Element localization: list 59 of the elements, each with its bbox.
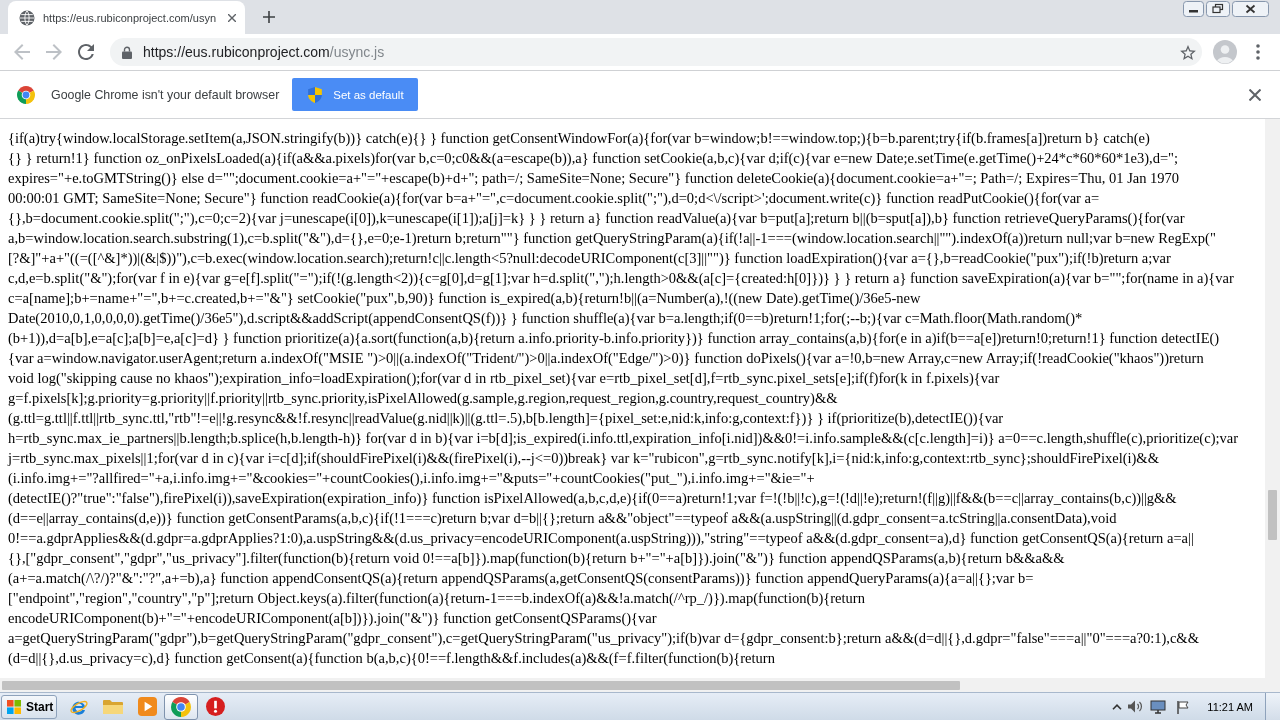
close-icon[interactable] bbox=[228, 13, 236, 22]
exclamation-icon bbox=[205, 697, 225, 716]
lock-icon bbox=[122, 45, 132, 59]
folder-icon bbox=[103, 698, 123, 715]
code-line: expires="+e.toGMTString()} else d="";document.cookie=a+"="+escape(b)+d+"; path=/; SameSite=None; Secure"} function deleteCookie(a){document.cookie=a+"=; Path=/; Expires=Thu, 01 Jan 1970 bbox=[8, 169, 1180, 188]
globe-icon bbox=[19, 9, 35, 26]
code-line: 0!==a.gdprApplies&&(d.gdpr=a.gdprApplies?1:0),a.uspString&&(d.us_privacy=encodeURIComponent(a.uspString))),"string"==typeof a&&(d.gdpr_consent=a),d} function getConsentQS(a){return a=a|| bbox=[8, 529, 1194, 548]
scrollbar-thumb[interactable] bbox=[1268, 490, 1277, 540]
speaker-icon[interactable] bbox=[1128, 700, 1144, 713]
star-icon[interactable] bbox=[1180, 44, 1196, 60]
vertical-scrollbar[interactable] bbox=[1265, 119, 1280, 678]
windows-logo-icon bbox=[7, 699, 21, 714]
address-bar[interactable]: https://eus.rubiconproject.com/usync.js bbox=[110, 38, 1202, 66]
chrome-logo-icon bbox=[17, 85, 35, 104]
code-line: ["endpoint","region","country","p"];return Object.keys(a).filter(function(a){return-1===b.indexOf(a)&&!a.match(/^rp_/)}).map(function(b){return bbox=[8, 589, 865, 608]
scrollbar-thumb[interactable] bbox=[2, 680, 960, 690]
code-line: {if(a)try{window.localStorage.setItem(a,JSON.stringify(b))} catch(e){} } function getConsentWindowFor(a){for(var b=window;b!==window.top;){b=b.parent;try{if(b.frames[a])return b} catch(e) bbox=[8, 129, 1150, 148]
monitor-icon[interactable] bbox=[1150, 699, 1167, 714]
code-line: void log("skipping cause no khaos");expiration_info=loadExpiration();for(var d in rtb_pixel_set){var e=rtb_pixel_set[d],f=rtb_sync.pixel_sets[e];if(f)for(k in f.pixels){var bbox=[8, 369, 1000, 388]
menu-icon[interactable] bbox=[1256, 44, 1260, 60]
code-line: a=getQueryStringParam("gdpr"),b=getQueryStringParam("gdpr_consent"),c=getQueryStringParam("us_privacy");if(b)var d={gdpr_consent:b};return a&&(d=d||{},d.gdpr="false"===a||"0"===a?0:1),c&& bbox=[8, 629, 1199, 648]
code-line: (g.ttl=g.ttl||f.ttl||rtb_sync.ttl,"rtb"!=e||!g.resync&&!f.resync||readValue(g.nid||k)||(g.ttl=.5),b[b.length]={pixel_set:e,nid:k,info:g,context:f})} } if(prioritize(b),detectIE()){var bbox=[8, 409, 1004, 428]
code-line: {} } return!1} function oz_onPixelsLoaded(a){if(a&&a.pixels)for(var b,c=0;c0&&(a=escape(b)),a} function setCookie(a,b,c){var d;if(c){var e=new Date;e.setTime(e.getTime()+24*c*60*60*1e3),d="; bbox=[8, 149, 1178, 168]
code-line: {},["gdpr_consent","gdpr","us_privacy"].filter(function(b){return void 0!==a[b]}).map(function(b){return b+"="+a[b]}).join("&")} function appendQSParams(a,b){return b&&a&& bbox=[8, 549, 1065, 568]
flag-icon[interactable] bbox=[1176, 699, 1191, 714]
code-line: (a+=a.match(/\?/)?"&":"?",a+=b),a} function appendConsentQS(a){return appendQSParams(a,getConsentQS(consentParams))} function appendQueryParams(a){a=a||{};var b= bbox=[8, 569, 1034, 588]
chrome-logo-icon bbox=[171, 696, 191, 717]
clock-text: 11:21 AM bbox=[1207, 700, 1253, 713]
start-button[interactable]: Start bbox=[1, 694, 57, 719]
code-line: Date(2010,0,1,0,0,0,0).getTime()/36e5"),d.script&&addScript(appendConsentQS(f))} } function shuffle(a){var b=a.length;if(0==b)return!1;for(;--b;){var c=Math.floor(Math.random()* bbox=[8, 309, 1083, 328]
code-line: {var a=window.navigator.userAgent;return a.indexOf("MSIE ")>0||(a.indexOf("Trident/")>0||a.indexOf("Edge/")>0)} function doPixels(){var a=!0,b=new Array,c=new Array;if(!readCookie("khaos"))return bbox=[8, 349, 1204, 368]
code-line: (d=d||{},d.us_privacy=c),d} function getConsent(a){function b(a,b,c){0!==f.length&&f.includes(a)&&(f=f.filter(function(b){return bbox=[8, 649, 775, 668]
code-line: a,b=window.location.search.substring(1),c=b.split("&"),d={},e=0;e-1)return b;return""} function getQueryStringParam(a){if(!a||-1===(window.location.search||"").indexOf(a))return null;var b=new RegExp(" bbox=[8, 229, 1216, 248]
code-line: (detectIE()?"true":"false"),firePixel(i)),saveExpiration(expiration_info)} function isPixelAllowed(a,b,c,d,e){if(0==a)return!1;var f=!(!b||!c),g=!(!d||!e);return!(f||g)||f&&(b==c||array_contains(b,c))||g&& bbox=[8, 489, 1177, 508]
code-line: c,d,e=b.split("&");for(var f in e){var g=e[f].split("=");if(!(g.length<2)){c=g[0],d=g[1];var h=d.split(",");h.length>0&&(a[c]={created:h[0]})} } } return a} function saveExpiration(a){var b="";for(name in a){var bbox=[8, 269, 1234, 288]
chevron-up-icon[interactable] bbox=[1112, 703, 1123, 710]
code-line: (i.info.img+="?allfired="+a,i.info.img+="&cookies="+countCookies(),i.info.img+="&puts="+countCookies("put_"),i.info.img+="&ie="+ bbox=[8, 469, 815, 488]
code-line: c=a[name];b+=name+"=",b+=c.created,b+="&"} setCookie("pux",b,90)} function is_expired(a,b){return!b||(a=Number(a),!((new Date).getTime()/36e5-new bbox=[8, 289, 921, 308]
reload-icon[interactable] bbox=[78, 44, 94, 60]
code-line: 00:00:01 GMT; SameSite=None; Secure"} function readCookie(a){for(var b=a+"=",c=document.cookie.split(";"),d=0;d<\/script>';document.write(c)} function readPutCookie(){for(var a= bbox=[8, 189, 1100, 208]
infobar-message: Google Chrome isn't your default browser bbox=[51, 87, 280, 102]
shield-icon bbox=[308, 86, 323, 103]
code-line: h=rtb_sync.max_ie_partners||b.length;b.splice(h,b.length-h)} for(var d in b){var i=b[d];is_expired(i.info.ttl,expiration_info[i.nid])&&0!=i.info.sample&&(c[c.length]=i)} a=0==c.length,shuffle(c),prioritize(c);var bbox=[8, 429, 1238, 448]
code-line: {},b=document.cookie.split(";"),c=0;c=2){var j=unescape(i[0]),k=unescape(i[1]);a[j]=k} } } return a} function readValue(a){var b=put[a];return b||(b=sput[a]),b} function retrieveQueryParams(){for(var bbox=[8, 209, 1185, 228]
play-icon bbox=[137, 697, 157, 716]
restore-icon[interactable] bbox=[1206, 1, 1230, 17]
close-icon[interactable] bbox=[1232, 1, 1269, 17]
code-line: j=rtb_sync.max_pixels||1;for(var d in c){var i=c[d];if(shouldFirePixel(i)&&(firePixel(i),--j<=0))break} var k="rubicon",g=rtb_sync.notify[k],i={nid:k,info:g,context:rtb_sync};shouldFirePixel(i)&& bbox=[8, 449, 1159, 468]
plus-icon[interactable] bbox=[263, 11, 275, 23]
minimize-icon[interactable] bbox=[1183, 1, 1204, 17]
code-line: [?&]"+a+"((=([^&]*))|(&|$))"),c=b.exec(window.location.search);return!c||c.length<5?null:decodeURIComponent(c[3]||"")} function loadExpiration(){var a={},b=readCookie("pux");if(!b)return a;var bbox=[8, 249, 1171, 268]
code-line: encodeURIComponent(b)+"="+encodeURIComponent(a[b])}).join("&")} function getConsentQSParams(){var bbox=[8, 609, 657, 628]
browser-tab[interactable]: https://eus.rubiconproject.com/usyn bbox=[8, 1, 245, 34]
taskbar-app-button[interactable] bbox=[164, 693, 198, 720]
horizontal-scrollbar[interactable] bbox=[0, 678, 1280, 692]
code-line: g=f.pixels[k];g.priority=g.priority||f.priority||rtb_sync.priority,isPixelAllowed(g.sample,g.region,request_region,g.country,request_country)&& bbox=[8, 389, 838, 408]
code-line: (b+1)),d=a[b],e=a[c];a[b]=e,a[c]=d} } function prioritize(a){a.sort(function(a,b){return a.info.priority-b.info.priority})} function array_contains(a,b){for(e in a)if(b==a[e])return!0;return!1} function detectIE() bbox=[8, 329, 1220, 348]
code-line: (d==e||array_contains(d,e))} function getConsentParams(a,b,c){if(!1===c)return b;var d=b||{};return a&&"object"==typeof a&&(a.uspString||(d.gdpr_consent=a.tcString||a.consentData),void bbox=[8, 509, 1117, 528]
close-icon[interactable] bbox=[1249, 88, 1261, 101]
